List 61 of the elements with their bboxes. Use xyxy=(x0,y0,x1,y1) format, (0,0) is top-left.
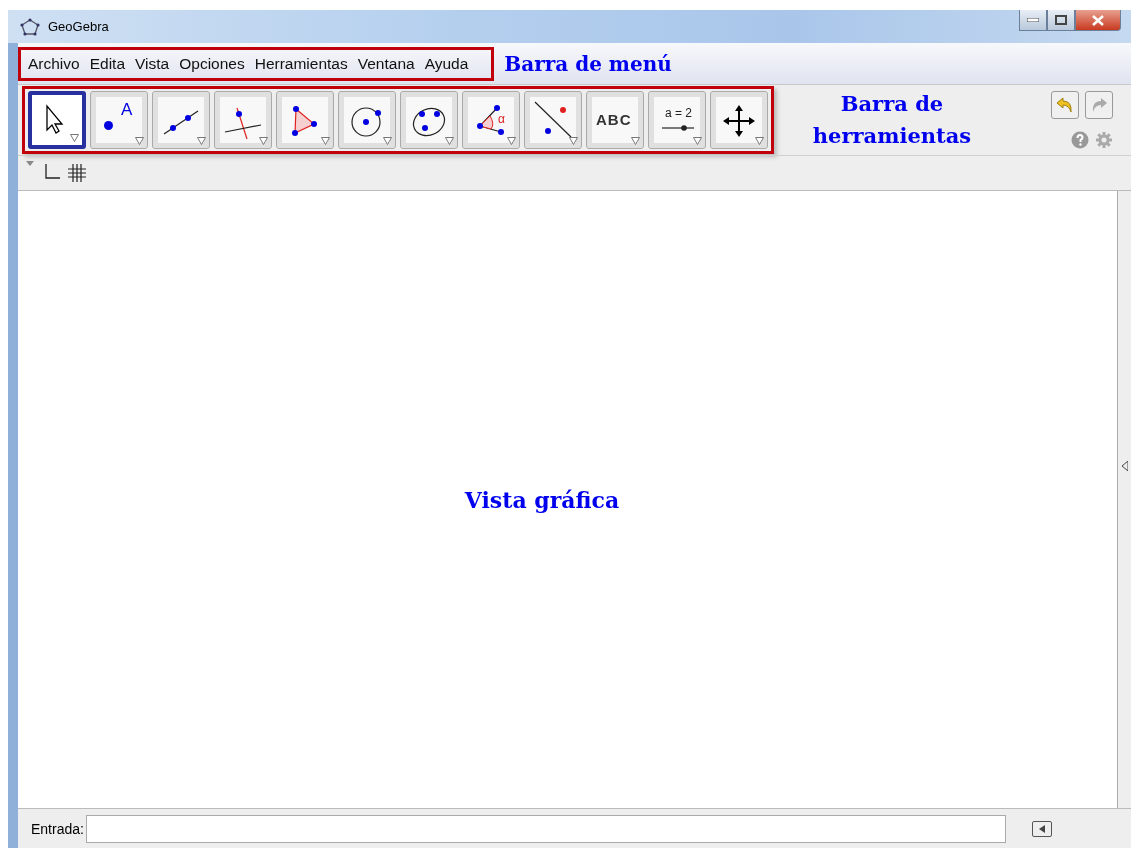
dropdown-triangle-icon xyxy=(569,137,578,145)
dropdown-triangle-icon xyxy=(755,137,764,145)
tool-button[interactable] xyxy=(338,91,396,149)
menu-item[interactable]: Opciones xyxy=(174,52,250,75)
annotation-label: Barra de menú xyxy=(504,51,672,76)
grid-icon[interactable] xyxy=(68,164,86,182)
dropdown-triangle-icon xyxy=(383,137,392,145)
dropdown-triangle-icon xyxy=(197,137,206,145)
menu-item[interactable]: Edita xyxy=(84,52,131,75)
axes-icon[interactable] xyxy=(42,164,60,182)
dropdown-triangle-icon xyxy=(631,137,640,145)
slider-icon xyxy=(662,125,694,131)
close-button[interactable] xyxy=(1075,10,1121,31)
caret-icon[interactable] xyxy=(26,161,34,166)
tool-label: α xyxy=(498,112,505,126)
minimize-icon xyxy=(1027,18,1039,22)
undo-icon xyxy=(1056,97,1074,113)
annotation-label: Vista gráfica xyxy=(464,486,620,513)
triangle-icon[interactable] xyxy=(1122,461,1128,471)
graphics-view[interactable]: Vista gráfica xyxy=(18,191,1131,808)
tool-button[interactable]: ABC xyxy=(586,91,644,149)
tool-button[interactable] xyxy=(276,91,334,149)
window-title: GeoGebra xyxy=(48,19,109,34)
dropdown-triangle-icon xyxy=(70,134,79,142)
help-icon[interactable] xyxy=(1071,131,1089,149)
dropdown-triangle-icon xyxy=(321,137,330,145)
input-field[interactable] xyxy=(85,814,1006,843)
maximize-button[interactable] xyxy=(1047,10,1075,31)
dropdown-triangle-icon xyxy=(507,137,516,145)
redo-icon xyxy=(1090,97,1108,113)
dropdown-triangle-icon xyxy=(259,137,268,145)
pentagon-icon xyxy=(20,17,40,36)
minimize-button[interactable] xyxy=(1019,10,1047,31)
line-and-point-icon xyxy=(533,100,573,140)
annotation-label: Barra de herramientas xyxy=(811,90,973,150)
tool-label: A xyxy=(121,100,133,120)
tool-button[interactable]: α xyxy=(462,91,520,149)
maximize-icon xyxy=(1055,15,1067,25)
input-label: Entrada: xyxy=(31,820,84,837)
tool-button[interactable]: A xyxy=(90,91,148,149)
dropdown-triangle-icon xyxy=(693,137,702,145)
tool-button[interactable] xyxy=(710,91,768,149)
menu-item[interactable]: Archivo xyxy=(23,52,85,75)
tool-label: a = 2 xyxy=(665,106,693,120)
close-icon xyxy=(1092,14,1104,26)
tool-button[interactable] xyxy=(400,91,458,149)
menu-item[interactable]: Herramientas xyxy=(249,52,353,75)
tool-button[interactable] xyxy=(524,91,582,149)
undo-button[interactable] xyxy=(1051,91,1079,119)
menu-item[interactable]: Ayuda xyxy=(419,52,474,75)
dropdown-triangle-icon xyxy=(135,137,144,145)
keyboard-button[interactable] xyxy=(1031,820,1052,837)
left-triangle-icon xyxy=(1038,824,1045,833)
tool-label: ABC xyxy=(596,111,632,128)
dropdown-triangle-icon xyxy=(445,137,454,145)
point-icon xyxy=(104,121,113,130)
tool-button[interactable] xyxy=(28,91,86,149)
tool-button[interactable] xyxy=(152,91,210,149)
menu-item[interactable]: Vista xyxy=(130,52,175,75)
menu-item[interactable]: Ventana xyxy=(352,52,420,75)
tool-button[interactable]: a = 2 xyxy=(648,91,706,149)
